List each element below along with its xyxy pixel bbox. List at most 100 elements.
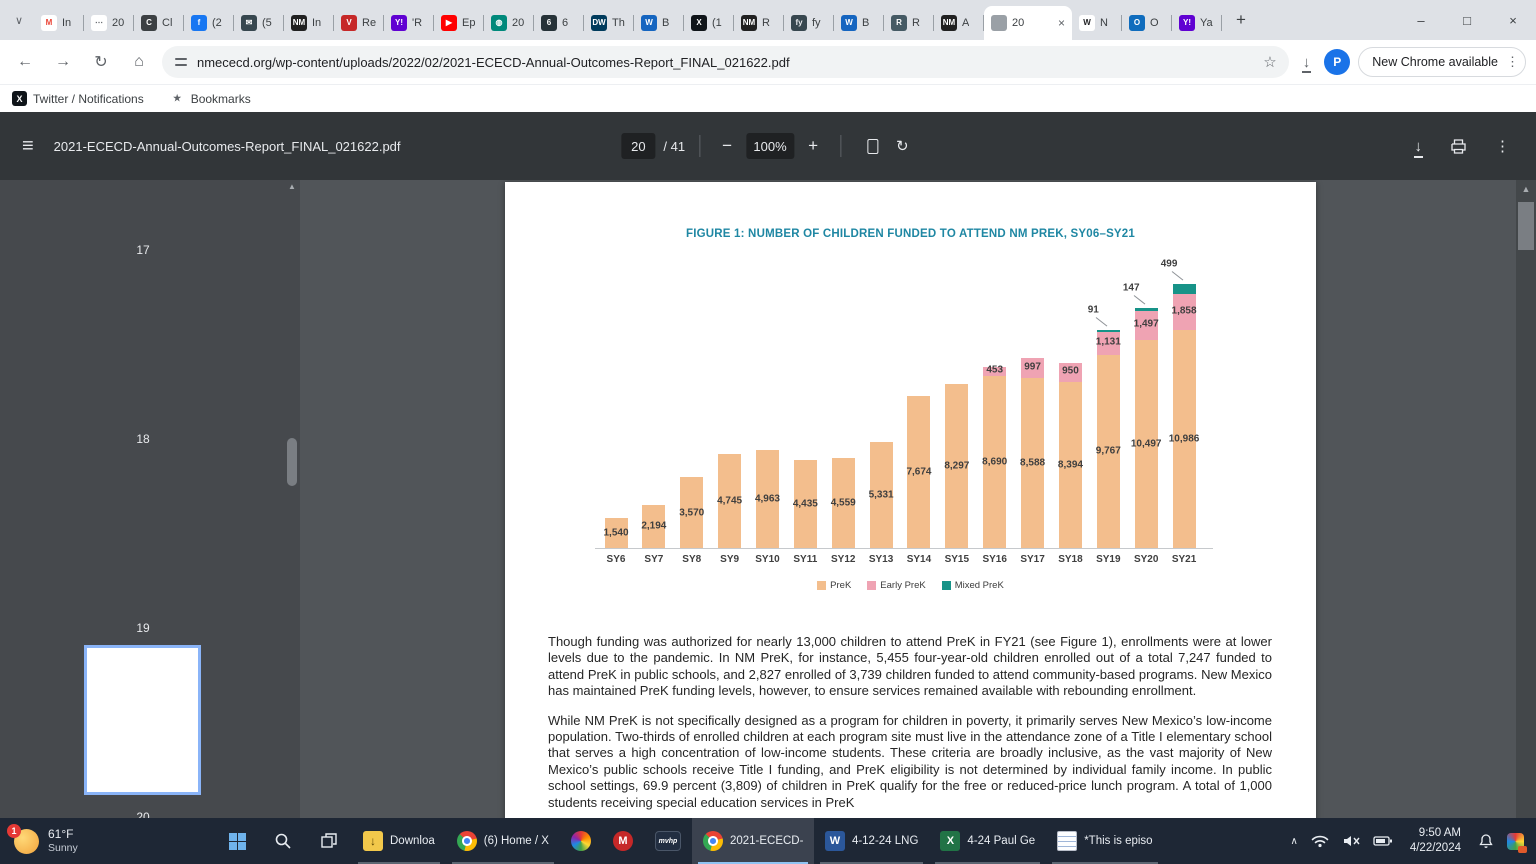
tab[interactable]: 66 (534, 6, 584, 40)
tab[interactable]: RR (884, 6, 934, 40)
taskbar-app-chrome-pdf[interactable]: 2021-ECECD- (692, 818, 814, 864)
tab[interactable]: DWTh (584, 6, 634, 40)
zoom-in-button[interactable]: + (800, 136, 826, 156)
x-axis-label: SY15 (945, 554, 969, 565)
tab[interactable]: WB (834, 6, 884, 40)
tab-title: R (762, 17, 770, 29)
system-tray: ∧ 9:50 AM 4/22/2024 (1291, 818, 1536, 864)
taskbar-app-label: (6) Home / X (484, 835, 549, 847)
tab[interactable]: WB (634, 6, 684, 40)
paragraph: While NM PreK is not specifically design… (548, 713, 1272, 811)
taskbar-app-downloads[interactable]: ↓Downloa (352, 818, 446, 864)
reload-icon[interactable]: ↻ (86, 47, 116, 77)
desktop-screen: ∨ MIn⋯20CClf(2✉(5NMInVReY!'R▶Ep◍2066DWTh… (0, 0, 1536, 864)
home-icon[interactable]: ⌂ (124, 47, 154, 77)
url-text[interactable]: nmececd.org/wp-content/uploads/2022/02/2… (197, 55, 1254, 70)
scrollbar-thumb[interactable] (287, 438, 297, 486)
fit-page-icon[interactable] (867, 139, 878, 154)
tab-close-icon[interactable]: × (1058, 16, 1065, 30)
tab[interactable]: X(1 (684, 6, 734, 40)
zoom-out-button[interactable]: − (714, 136, 740, 156)
forward-icon[interactable]: → (48, 47, 78, 77)
pdf-download-icon[interactable]: ↓ (1415, 138, 1423, 155)
mixed-prek-value-label: 499 (1161, 258, 1178, 269)
taskbar-app-mvhp[interactable]: mvhp (644, 818, 692, 864)
downloads-icon[interactable]: ↓ (1303, 54, 1311, 71)
minimize-button[interactable]: – (1398, 0, 1444, 40)
taskbar-app-color-app[interactable] (560, 818, 602, 864)
tab[interactable]: ✉(5 (234, 6, 284, 40)
taskbar-clock[interactable]: 9:50 AM 4/22/2024 (1406, 826, 1465, 856)
taskbar-app-excel[interactable]: X4-24 Paul Ge (929, 818, 1046, 864)
scroll-up-icon[interactable]: ▲ (286, 182, 298, 191)
scroll-up-icon[interactable]: ▲ (1516, 184, 1536, 194)
taskbar-app-label: *This is episo (1084, 835, 1152, 847)
x-axis-label: SY10 (755, 554, 779, 565)
early-prek-value-label: 997 (1024, 362, 1041, 373)
tab[interactable]: MIn (34, 6, 84, 40)
thumbnail-scrollbar[interactable]: ▲ (286, 180, 298, 818)
chrome-update-button[interactable]: New Chrome available ⋮ (1358, 47, 1526, 77)
tray-overflow-icon[interactable]: ∧ (1291, 836, 1298, 847)
profile-avatar[interactable]: P (1324, 49, 1350, 75)
tab[interactable]: CCl (134, 6, 184, 40)
rotate-icon[interactable]: ↻ (896, 137, 909, 155)
scrollbar-thumb[interactable] (1518, 202, 1534, 250)
x-twitter-icon: X (12, 91, 27, 106)
site-info-icon[interactable] (174, 55, 188, 69)
bookmark-item[interactable]: ★Bookmarks (170, 91, 251, 106)
taskbar-app-word[interactable]: W4-12-24 LNG (814, 818, 929, 864)
tab[interactable]: NMA (934, 6, 984, 40)
taskbar-app-chrome-home[interactable]: (6) Home / X (446, 818, 560, 864)
pdf-viewport[interactable]: FIGURE 1: NUMBER OF CHILDREN FUNDED TO A… (300, 180, 1516, 818)
pdf-print-icon[interactable] (1450, 138, 1467, 154)
address-bar[interactable]: nmececd.org/wp-content/uploads/2022/02/2… (162, 46, 1289, 78)
battery-icon[interactable] (1373, 835, 1393, 847)
wifi-icon[interactable] (1311, 834, 1329, 848)
close-button[interactable]: × (1490, 0, 1536, 40)
page-count-label: / 41 (663, 139, 685, 154)
tab[interactable]: VRe (334, 6, 384, 40)
tab[interactable]: OO (1122, 6, 1172, 40)
tab-search-chevron-icon[interactable]: ∨ (4, 5, 34, 35)
tab-active[interactable]: 20× (984, 6, 1072, 40)
pdf-menu-icon[interactable]: ≡ (22, 135, 34, 158)
tab[interactable]: Y!'R (384, 6, 434, 40)
back-icon[interactable]: ← (10, 47, 40, 77)
bookmark-star-icon[interactable]: ☆ (1263, 53, 1276, 71)
tab[interactable]: NMIn (284, 6, 334, 40)
tab[interactable]: fyfy (784, 6, 834, 40)
x-axis-label: SY12 (831, 554, 855, 565)
page-thumbnail-selected[interactable] (84, 645, 201, 795)
task-view-button[interactable] (306, 818, 352, 864)
thumbnail-page-number[interactable]: 17 (119, 243, 167, 257)
new-tab-button[interactable]: + (1226, 5, 1256, 35)
pdf-doc-icon (991, 15, 1007, 31)
notifications-bell-icon[interactable] (1478, 833, 1494, 849)
pdf-more-icon[interactable]: ⋮ (1495, 137, 1510, 155)
thumbnail-page-number[interactable]: 20 (119, 810, 167, 818)
zoom-level[interactable]: 100% (746, 133, 794, 159)
tab[interactable]: f(2 (184, 6, 234, 40)
thumbnail-page-number[interactable]: 19 (119, 621, 167, 635)
tray-app-icon[interactable] (1507, 833, 1524, 850)
tab[interactable]: Y!Ya (1172, 6, 1222, 40)
weather-widget[interactable]: 1 61°F Sunny (0, 818, 118, 864)
tab[interactable]: ◍20 (484, 6, 534, 40)
maximize-button[interactable]: □ (1444, 0, 1490, 40)
thumbnail-page-number[interactable]: 18 (119, 432, 167, 446)
taskbar-app-notepad[interactable]: *This is episo (1046, 818, 1163, 864)
tab-list: MIn⋯20CClf(2✉(5NMInVReY!'R▶Ep◍2066DWThWB… (34, 6, 1222, 40)
tab[interactable]: ▶Ep (434, 6, 484, 40)
page-number-input[interactable]: 20 (621, 133, 655, 159)
taskbar-app-mcafee[interactable]: M (602, 818, 644, 864)
bookmark-item[interactable]: XTwitter / Notifications (12, 91, 144, 106)
volume-muted-icon[interactable] (1342, 834, 1360, 848)
taskbar-search-button[interactable] (260, 818, 306, 864)
browser-menu-icon[interactable]: ⋮ (1506, 54, 1519, 70)
tab[interactable]: NMR (734, 6, 784, 40)
tab[interactable]: ⋯20 (84, 6, 134, 40)
tab[interactable]: WN (1072, 6, 1122, 40)
start-button[interactable] (214, 818, 260, 864)
page-scrollbar[interactable]: ▲ (1516, 180, 1536, 818)
